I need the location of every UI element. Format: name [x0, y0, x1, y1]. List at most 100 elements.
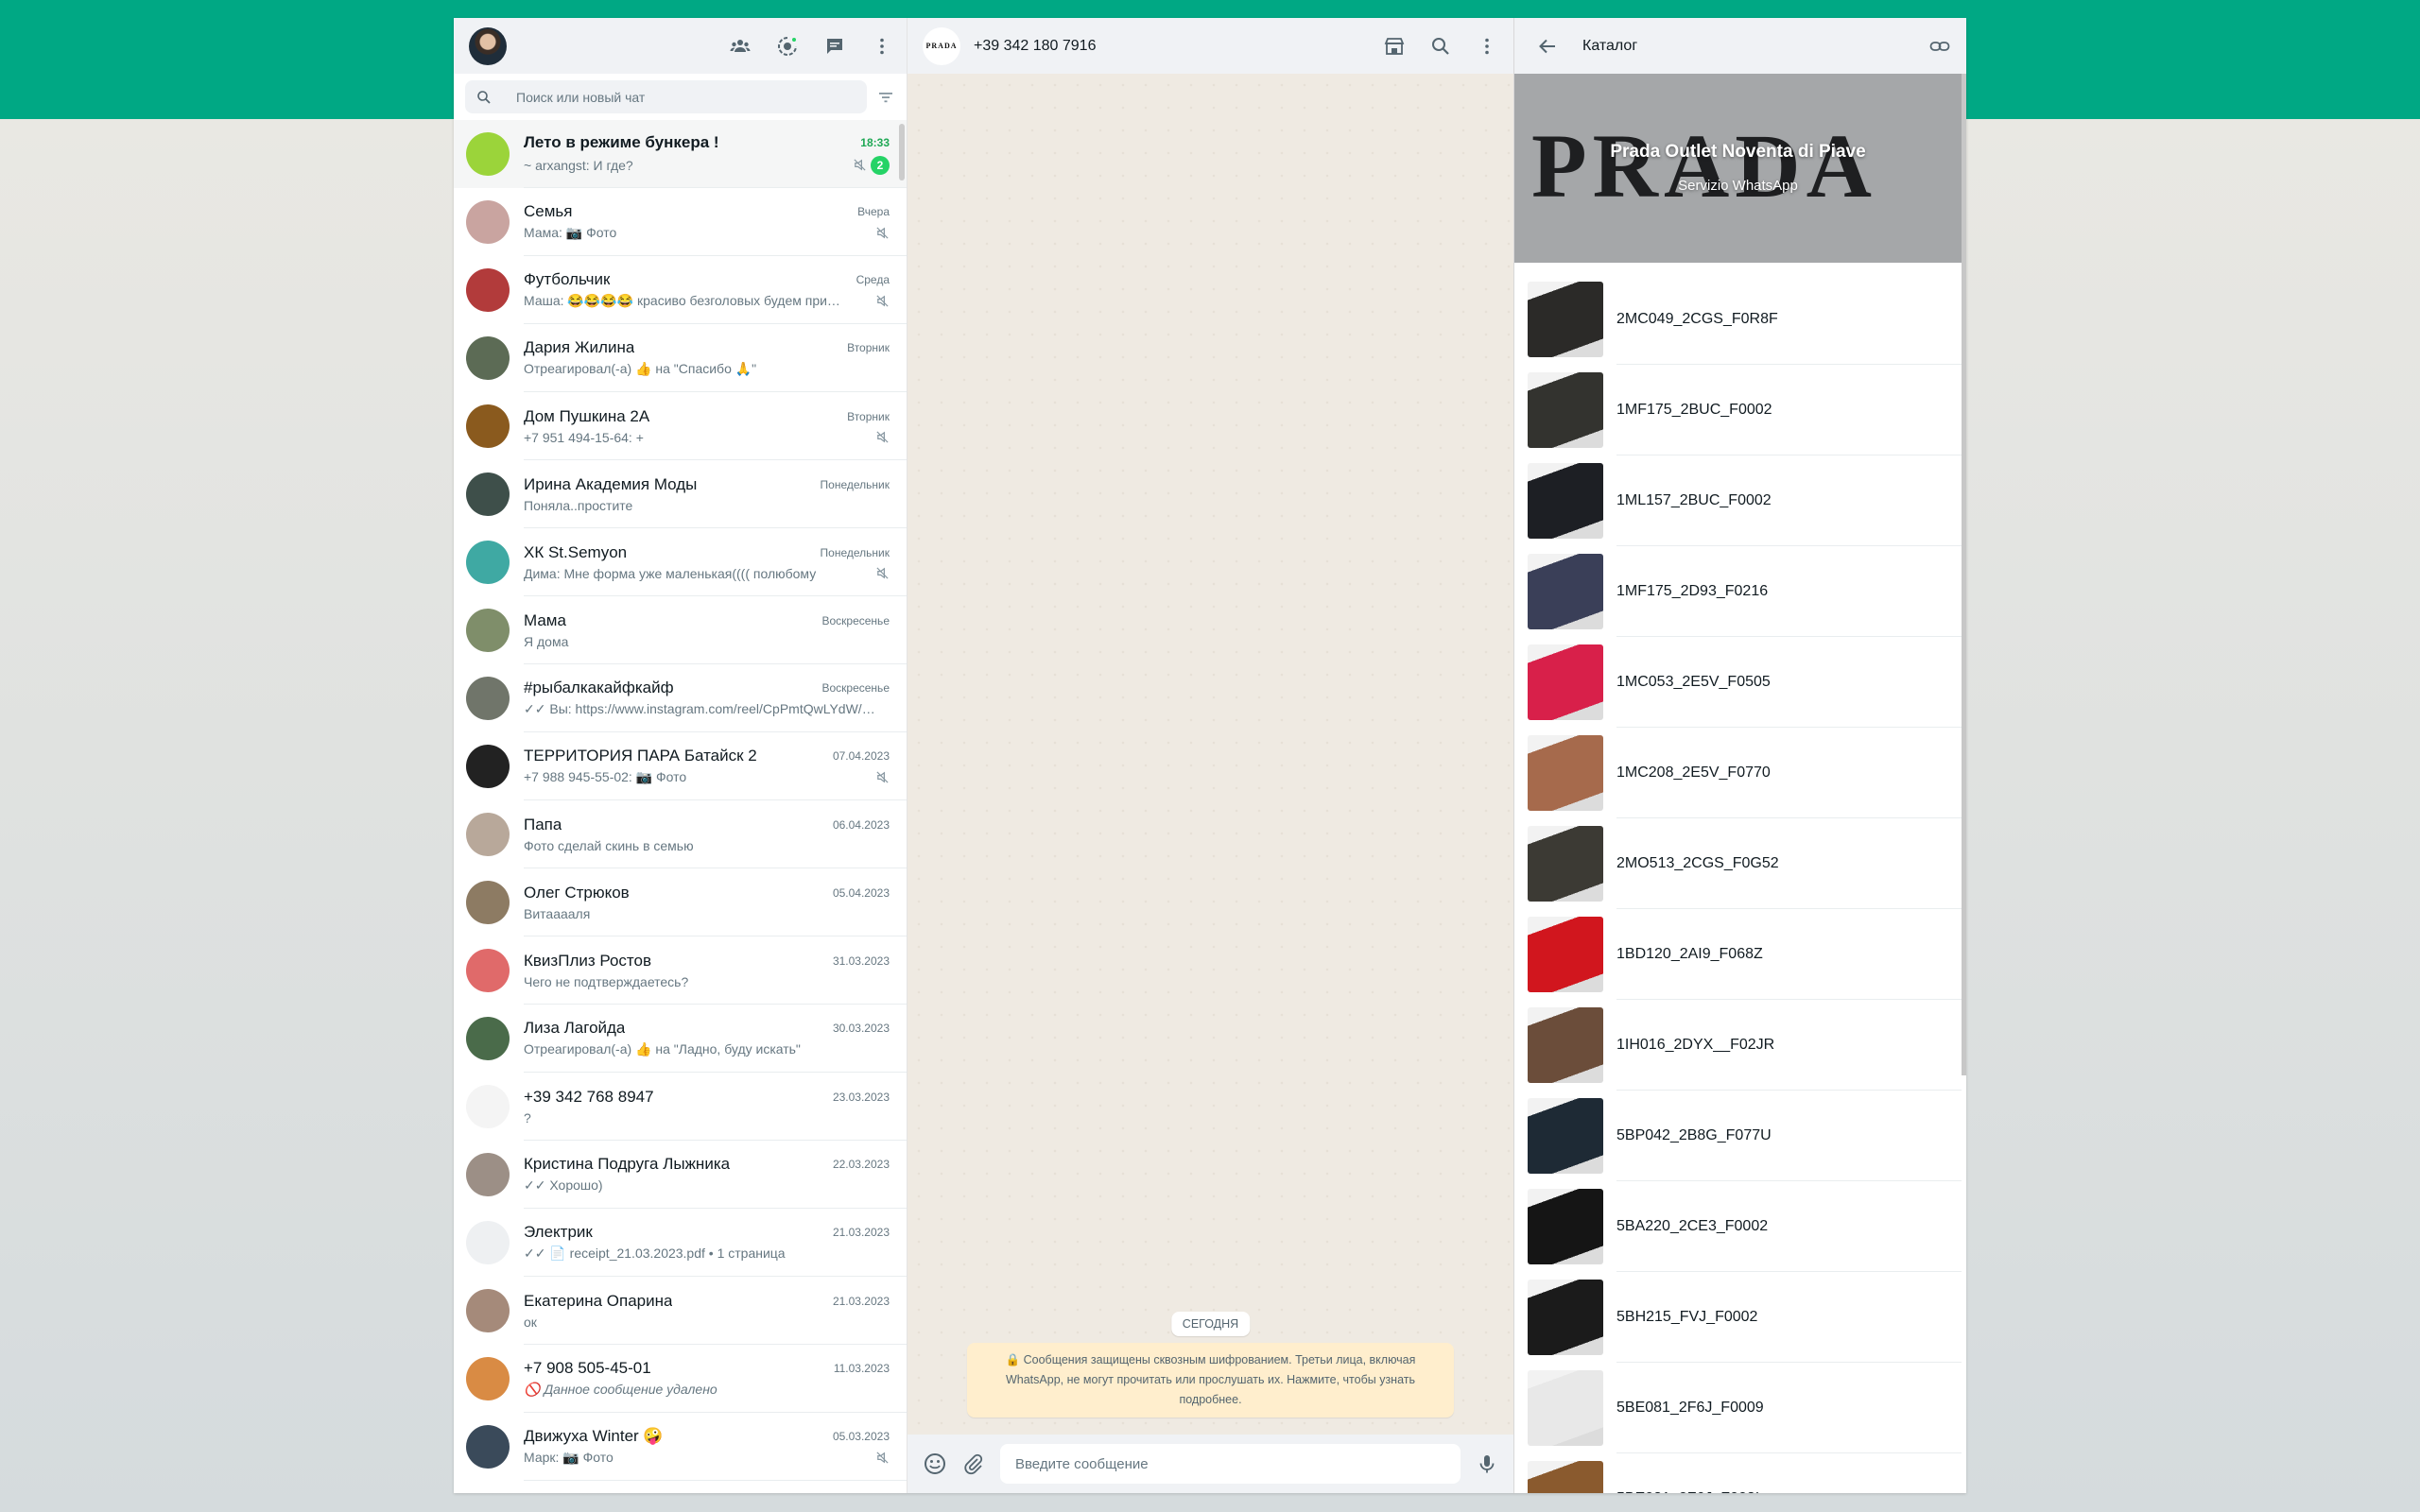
product-thumbnail[interactable] — [1528, 282, 1603, 357]
chat-avatar[interactable] — [466, 1289, 510, 1332]
chat-avatar[interactable] — [466, 881, 510, 924]
product-thumbnail[interactable] — [1528, 1461, 1603, 1493]
product-thumbnail[interactable] — [1528, 735, 1603, 811]
chat-avatar[interactable] — [466, 200, 510, 244]
chat-list-item[interactable]: Папа 06.04.2023 Фото сделай скинь в семью — [454, 800, 907, 868]
chat-list-item[interactable]: Семья Вчера Мама: 📷 Фото — [454, 188, 907, 256]
chat-avatar[interactable] — [466, 813, 510, 856]
chat-avatar[interactable] — [466, 1221, 510, 1264]
business-subtitle: Servizio WhatsApp — [1678, 178, 1798, 194]
link-icon[interactable] — [1928, 35, 1951, 58]
chat-list-item[interactable]: Мама Воскресенье Я дома — [454, 596, 907, 664]
product-thumbnail[interactable] — [1528, 1280, 1603, 1355]
product-thumbnail[interactable] — [1528, 372, 1603, 448]
catalog-item[interactable]: 1BD120_2AI9_F068Z — [1514, 909, 1962, 1000]
scrollbar[interactable] — [899, 124, 905, 180]
product-thumbnail[interactable] — [1528, 463, 1603, 539]
product-thumbnail[interactable] — [1528, 1098, 1603, 1174]
chat-avatar[interactable] — [466, 472, 510, 516]
chat-list-item[interactable]: +39 342 768 8947 23.03.2023? — [454, 1073, 907, 1141]
chat-list-item[interactable]: Олег Стрюков 05.04.2023 Витааааля — [454, 868, 907, 936]
contact-avatar[interactable]: PRADA — [923, 26, 960, 65]
status-icon[interactable] — [776, 35, 799, 58]
chat-last-message: Отреагировал(-а) 👍 на "Спасибо 🙏" — [524, 361, 757, 376]
chat-avatar[interactable] — [466, 1153, 510, 1196]
chat-list-item[interactable]: КвизПлиз Ростов 31.03.2023 Чего не подтвер… — [454, 936, 907, 1005]
chat-list-item[interactable]: Лето в режиме бункера ! 18:33 ~ arxangst: … — [454, 120, 907, 188]
chat-last-message: ок — [524, 1314, 537, 1330]
chat-avatar[interactable] — [466, 132, 510, 176]
chat-list-item[interactable]: ХК St.Semyon Понедельник Дима: Мне форма у… — [454, 528, 907, 596]
catalog-item[interactable]: 1IH016_2DYX__F02JR — [1514, 1000, 1962, 1091]
search-input[interactable] — [516, 89, 800, 105]
contact-name[interactable]: +39 342 180 7916 — [974, 38, 1096, 55]
chat-list-item[interactable]: Кристина Подруга Лыжника 22.03.2023 ✓✓ Хор… — [454, 1141, 907, 1209]
chat-list-item[interactable]: Лиза Лагойда 30.03.2023 Отреагировал(-а) 👍… — [454, 1005, 907, 1073]
chat-avatar[interactable] — [466, 336, 510, 380]
chat-list-item[interactable]: ТЕРРИТОРИЯ ПАРА Батайск 2 07.04.2023 +7 98… — [454, 732, 907, 800]
conversation-header[interactable]: PRADA +39 342 180 7916 — [908, 18, 1513, 74]
catalog-item[interactable]: 1MC208_2E5V_F0770 — [1514, 728, 1962, 818]
catalog-item[interactable]: 5BA220_2CE3_F0002 — [1514, 1181, 1962, 1272]
chat-item-body: Электрик 21.03.2023 ✓✓ 📄 receipt_21.03.202… — [524, 1209, 907, 1277]
chat-list-item[interactable]: #рыбалкакайфкайф Воскресенье ✓✓ Вы: https:… — [454, 664, 907, 732]
chat-avatar[interactable] — [466, 1425, 510, 1469]
product-thumbnail[interactable] — [1528, 1189, 1603, 1264]
catalog-item[interactable]: 5BH215_FVJ_F0002 — [1514, 1272, 1962, 1363]
new-chat-icon[interactable] — [823, 35, 846, 58]
catalog-item[interactable]: 2MC049_2CGS_F0R8F — [1514, 274, 1962, 365]
catalog-item[interactable]: 5BP042_2B8G_F077U — [1514, 1091, 1962, 1181]
chat-avatar[interactable] — [466, 268, 510, 312]
chat-name: Ирина Академия Моды — [524, 474, 698, 493]
catalog-item[interactable]: 1MC053_2E5V_F0505 — [1514, 637, 1962, 728]
message-area[interactable]: СЕГОДНЯ 🔒 Сообщения защищены сквозным ши… — [908, 74, 1513, 1435]
catalog-shop-icon[interactable] — [1383, 35, 1406, 58]
encryption-notice[interactable]: 🔒 Сообщения защищены сквозным шифрование… — [967, 1343, 1454, 1418]
catalog-item[interactable]: 5BE081_2F6J_F008I — [1514, 1453, 1962, 1493]
chat-list-item[interactable]: Екатерина Опарина 21.03.2023 ок — [454, 1277, 907, 1345]
scrollbar[interactable] — [1962, 74, 1966, 1075]
chat-name: Екатерина Опарина — [524, 1291, 673, 1310]
chat-list-item[interactable]: Электрик 21.03.2023 ✓✓ 📄 receipt_21.03.202… — [454, 1209, 907, 1277]
product-thumbnail[interactable] — [1528, 554, 1603, 629]
microphone-icon[interactable] — [1476, 1452, 1498, 1475]
chat-avatar[interactable] — [466, 745, 510, 788]
product-thumbnail[interactable] — [1528, 1007, 1603, 1083]
emoji-icon[interactable] — [923, 1452, 947, 1476]
catalog-item[interactable]: 1MF175_2BUC_F0002 — [1514, 365, 1962, 455]
menu-icon[interactable] — [871, 35, 893, 58]
communities-icon[interactable] — [729, 35, 752, 58]
chat-avatar[interactable] — [466, 1017, 510, 1060]
message-input[interactable] — [1000, 1444, 1461, 1484]
menu-icon[interactable] — [1476, 35, 1498, 58]
chat-avatar[interactable] — [466, 609, 510, 652]
product-thumbnail[interactable] — [1528, 644, 1603, 720]
chat-list-item[interactable]: Футбольчик Среда Маша: 😂😂😂😂 красиво безгол… — [454, 256, 907, 324]
product-thumbnail[interactable] — [1528, 826, 1603, 902]
product-code: 1BD120_2AI9_F068Z — [1616, 909, 1962, 1000]
search-box[interactable] — [465, 80, 867, 113]
catalog-item[interactable]: 1ML157_2BUC_F0002 — [1514, 455, 1962, 546]
catalog-item[interactable]: 1MF175_2D93_F0216 — [1514, 546, 1962, 637]
catalog-item[interactable]: 5BE081_2F6J_F0009 — [1514, 1363, 1962, 1453]
product-thumbnail[interactable] — [1528, 917, 1603, 992]
attach-icon[interactable] — [962, 1452, 985, 1475]
chat-list-item[interactable]: Ирина Академия Моды Понедельник Поняла..пр… — [454, 460, 907, 528]
product-thumbnail[interactable] — [1528, 1370, 1603, 1446]
chat-list-item[interactable]: Дом Пушкина 2А Вторник +7 951 494-15-64: + — [454, 392, 907, 460]
chat-avatar[interactable] — [466, 541, 510, 584]
chat-avatar[interactable] — [466, 404, 510, 448]
chat-avatar[interactable] — [466, 1357, 510, 1400]
back-arrow-icon[interactable] — [1537, 36, 1558, 57]
profile-avatar[interactable] — [469, 26, 507, 65]
chat-list-item[interactable]: Движуха Winter 🤪 05.03.2023 Марк: 📷 Фото — [454, 1413, 907, 1481]
catalog-item[interactable]: 2MO513_2CGS_F0G52 — [1514, 818, 1962, 909]
search-icon[interactable] — [1430, 36, 1451, 57]
chat-avatar[interactable] — [466, 1085, 510, 1128]
chat-list-item[interactable]: Дария Жилина Вторник Отреагировал(-а) 👍 на… — [454, 324, 907, 392]
chat-list-item[interactable]: +7 908 505-45-01 11.03.2023 🚫 Данное сообщ… — [454, 1345, 907, 1413]
chat-avatar[interactable] — [466, 949, 510, 992]
product-code: 5BE081_2F6J_F008I — [1616, 1453, 1962, 1494]
chat-avatar[interactable] — [466, 677, 510, 720]
filter-icon[interactable] — [876, 88, 895, 107]
